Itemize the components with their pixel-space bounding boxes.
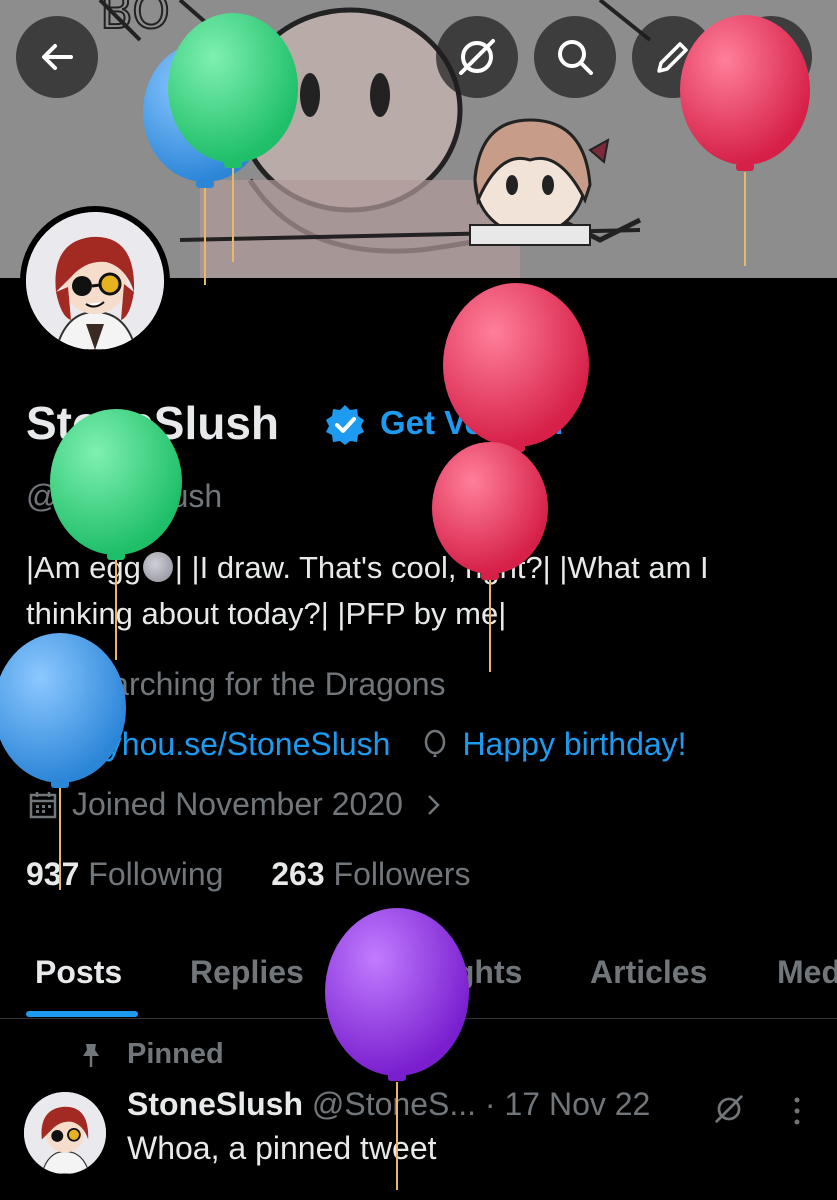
following-count: 937 [26, 856, 80, 892]
moon-emoji-icon [142, 552, 173, 582]
back-button[interactable] [16, 16, 98, 98]
tweet-date[interactable]: · 17 Nov 22 [485, 1086, 650, 1122]
search-icon [558, 40, 593, 75]
tab-posts[interactable]: Posts [35, 954, 122, 991]
location-text: Searching for the Dragons [72, 666, 446, 702]
profile-tabs: Posts Replies Highlights Articles Med [0, 950, 837, 1019]
more-button[interactable] [730, 16, 812, 98]
back-arrow-icon [42, 44, 73, 70]
follow-stats: 937 Following 263 Followers [26, 856, 470, 893]
pin-icon [83, 1044, 99, 1067]
location-row: Searching for the Dragons [26, 666, 446, 703]
profile-name: StoneSlush [26, 397, 280, 449]
followers-link[interactable]: 263 Followers [271, 856, 470, 892]
pinned-label: Pinned [127, 1038, 224, 1070]
active-tab-indicator [26, 1011, 138, 1017]
verified-badge-icon[interactable] [323, 403, 367, 447]
profile-bio: |Am egg | |I draw. That's cool, right?| |… [26, 545, 816, 637]
following-link[interactable]: 937 Following [26, 856, 223, 892]
tweet-author-name[interactable]: StoneSlush [127, 1086, 303, 1122]
tab-highlights[interactable]: Highlights [366, 954, 522, 991]
tweet-avatar-image [24, 1092, 106, 1174]
banner-scribble: BO [100, 0, 170, 40]
tweet-header: StoneSlush @StoneS... · 17 Nov 22 [127, 1086, 650, 1123]
grok-button[interactable] [436, 16, 518, 98]
tab-replies[interactable]: Replies [190, 954, 304, 991]
bio-line2: thinking about today?| |PFP by me| [26, 596, 507, 631]
get-verified-link[interactable]: Get Verified [380, 404, 563, 442]
tweet-grok-icon[interactable] [712, 1092, 746, 1126]
profile-avatar[interactable] [20, 206, 170, 356]
avatar-image [26, 212, 164, 350]
joined-text: Joined November 2020 [72, 786, 403, 822]
website-link[interactable]: Toyhou.se/StoneSlush [72, 726, 390, 763]
birthday-link[interactable]: Happy birthday! [462, 726, 686, 763]
link-icon [31, 732, 55, 757]
joined-row[interactable]: Joined November 2020 [26, 786, 447, 823]
bio-line1: |Am egg [26, 550, 141, 585]
profile-handle: @StoneSlush [26, 478, 223, 514]
compose-icon [657, 42, 688, 73]
tab-media[interactable]: Med [777, 954, 837, 991]
search-button[interactable] [534, 16, 616, 98]
followers-label: Followers [333, 856, 471, 892]
chevron-right-icon [427, 794, 440, 815]
website-row: Toyhou.se/StoneSlush Happy birthday! [26, 726, 687, 763]
followers-count: 263 [271, 856, 325, 892]
birthday-balloon-icon [425, 729, 446, 757]
grok-icon [459, 39, 495, 75]
tweet-avatar[interactable] [24, 1092, 106, 1174]
tweet-author-handle[interactable]: @StoneS... [312, 1086, 476, 1122]
tweet-more-icon[interactable] [784, 1094, 810, 1128]
tab-articles[interactable]: Articles [590, 954, 707, 991]
more-icon [767, 41, 775, 73]
bio-line1-rest: | |I draw. That's cool, right?| |What am… [174, 550, 709, 585]
tweet-text[interactable]: Whoa, a pinned tweet [127, 1130, 437, 1167]
following-label: Following [88, 856, 224, 892]
edit-button[interactable] [632, 16, 714, 98]
calendar-icon [29, 791, 57, 818]
location-icon [29, 667, 57, 701]
